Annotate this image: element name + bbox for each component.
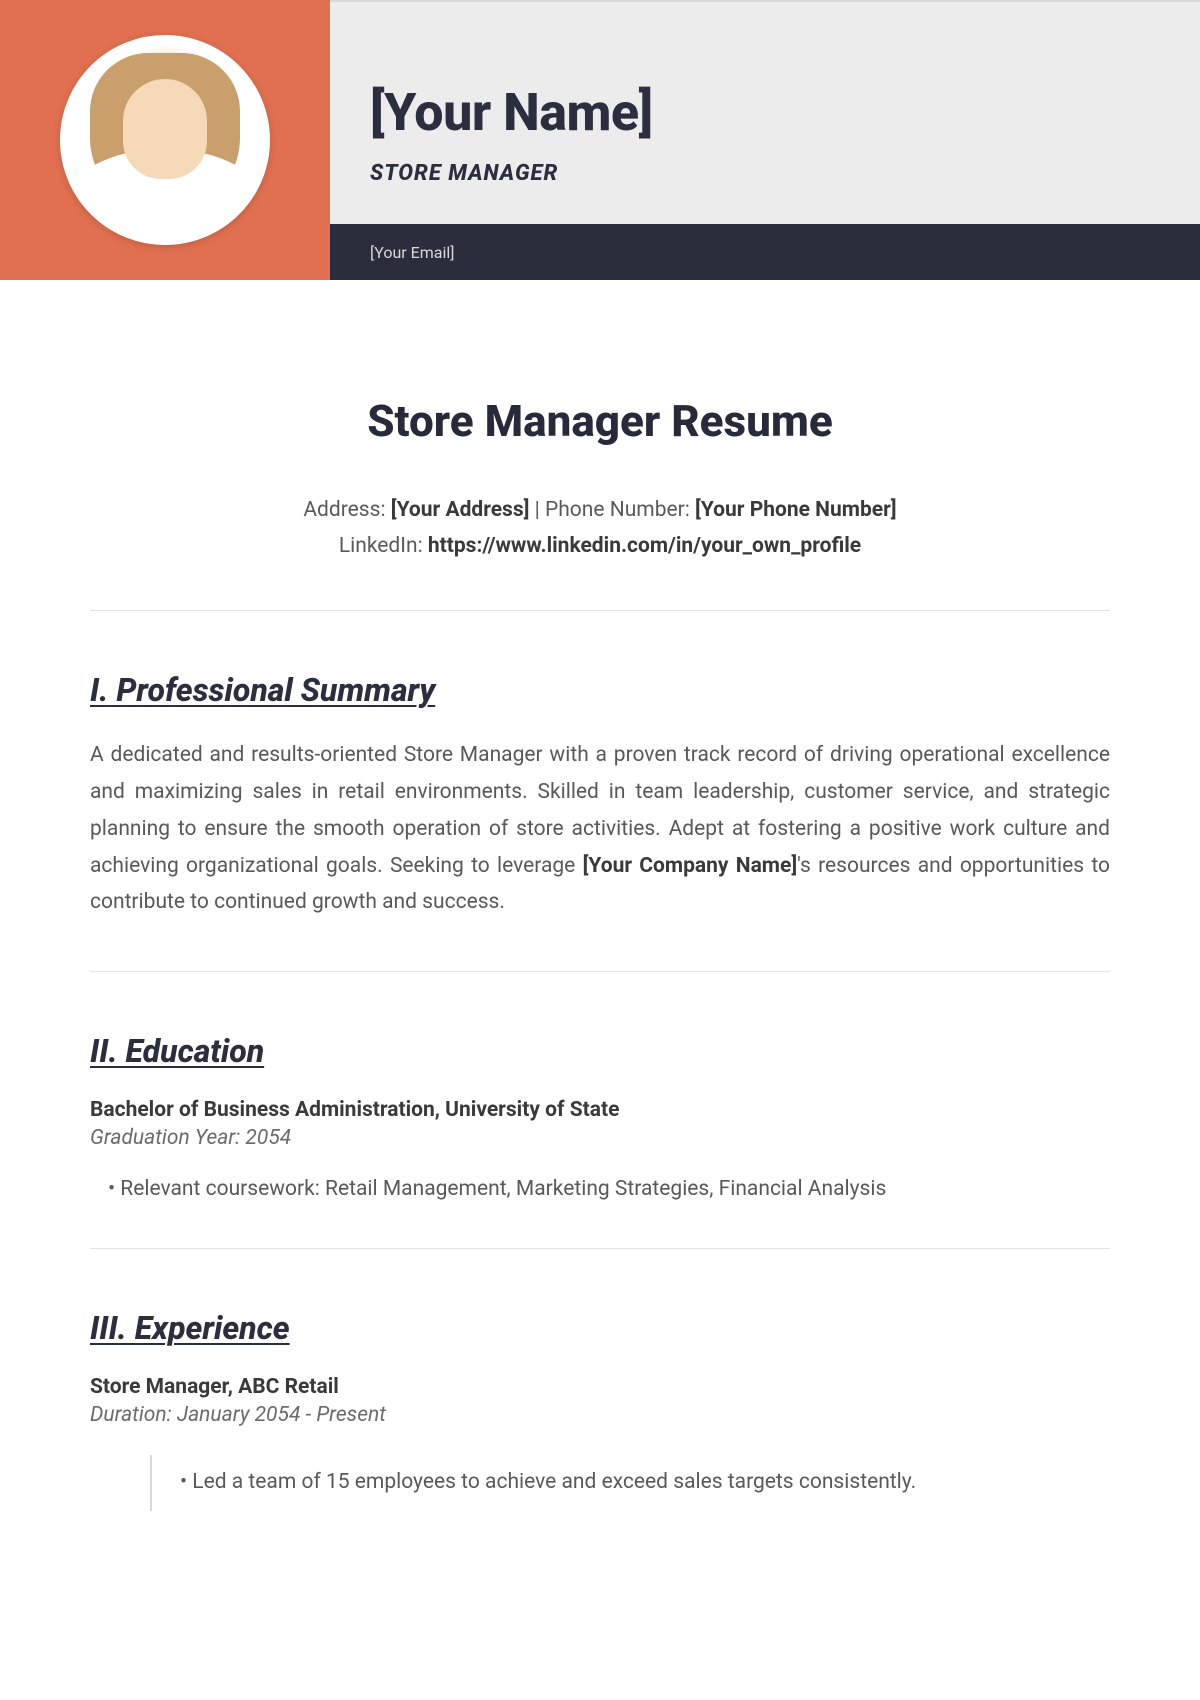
resume-header: [Your Name] STORE MANAGER [Your Email] xyxy=(0,0,1200,280)
phone-value: [Your Phone Number] xyxy=(695,498,897,522)
address-label: Address: xyxy=(303,498,390,522)
linkedin-label: LinkedIn: xyxy=(339,534,428,558)
summary-text: A dedicated and results-oriented Store M… xyxy=(90,737,1110,921)
company-placeholder: [Your Company Name] xyxy=(583,854,798,878)
section-heading-experience: III. Experience xyxy=(90,1309,1110,1347)
education-degree: Bachelor of Business Administration, Uni… xyxy=(90,1098,1110,1122)
experience-bullet: • Led a team of 15 employees to achieve … xyxy=(180,1465,1110,1501)
email-bar: [Your Email] xyxy=(330,224,1200,280)
linkedin-value: https://www.linkedin.com/in/your_own_pro… xyxy=(428,534,861,558)
contact-line: Address: [Your Address] | Phone Number: … xyxy=(90,493,1110,564)
education-grad-year: Graduation Year: 2054 xyxy=(90,1126,1110,1150)
section-heading-summary: I. Professional Summary xyxy=(90,671,1110,709)
name-block: [Your Name] STORE MANAGER [Your Email] xyxy=(330,0,1200,280)
candidate-name: [Your Name] xyxy=(370,82,1160,143)
name-top: [Your Name] STORE MANAGER xyxy=(330,0,1200,224)
education-coursework: • Relevant coursework: Retail Management… xyxy=(90,1172,1110,1208)
experience-bullets: • Led a team of 15 employees to achieve … xyxy=(150,1455,1110,1511)
experience-duration: Duration: January 2054 - Present xyxy=(90,1403,1110,1427)
divider xyxy=(90,971,1110,972)
email-text: [Your Email] xyxy=(370,243,455,262)
divider xyxy=(90,610,1110,611)
phone-label: Phone Number: xyxy=(545,498,695,522)
resume-body: Store Manager Resume Address: [Your Addr… xyxy=(0,395,1200,1551)
photo-block xyxy=(0,0,330,280)
profile-avatar xyxy=(60,35,270,245)
document-title: Store Manager Resume xyxy=(90,395,1110,447)
section-heading-education: II. Education xyxy=(90,1032,1110,1070)
address-value: [Your Address] xyxy=(391,498,530,522)
candidate-role: STORE MANAGER xyxy=(370,161,1160,186)
contact-separator: | xyxy=(529,498,545,522)
divider xyxy=(90,1248,1110,1249)
experience-job-title: Store Manager, ABC Retail xyxy=(90,1375,1110,1399)
